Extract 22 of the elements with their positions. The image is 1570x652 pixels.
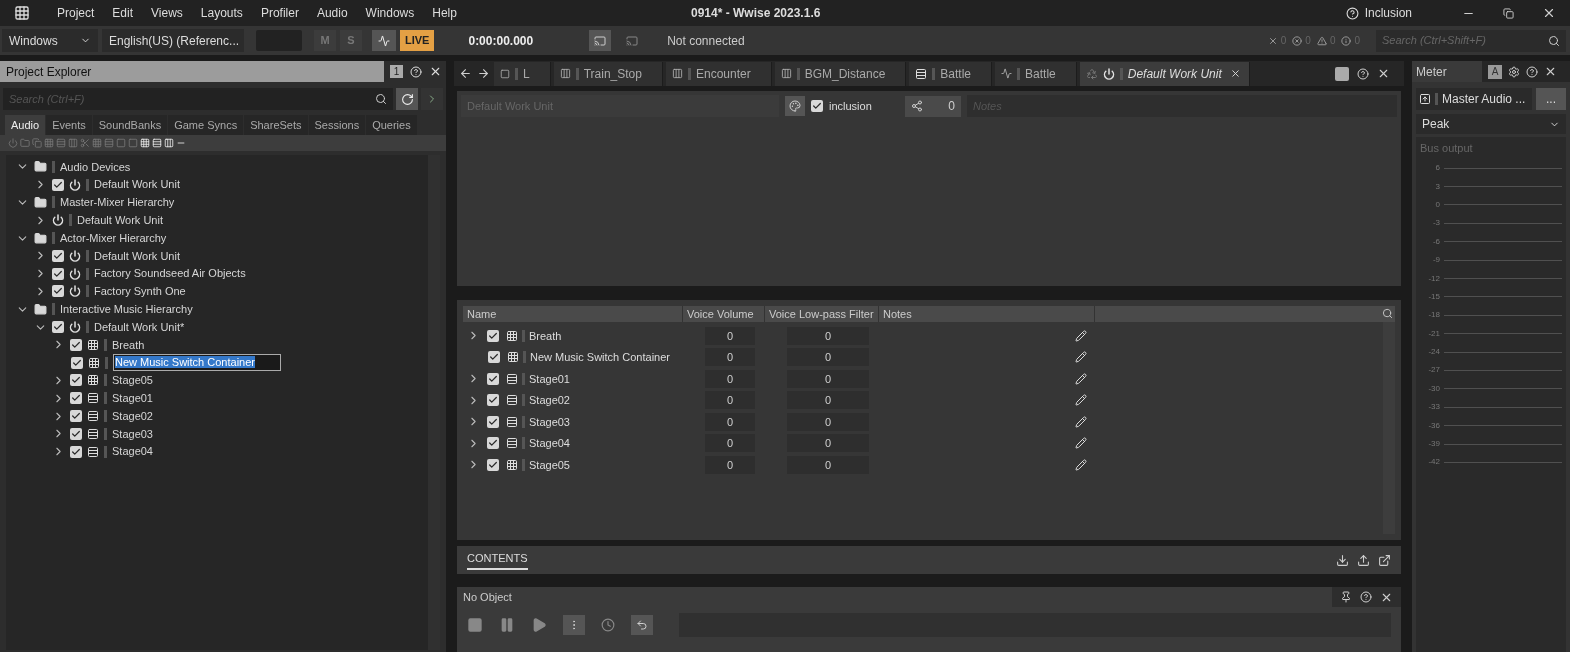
transport-title: No Object — [462, 589, 513, 605]
scale-label: -18 — [1427, 309, 1440, 322]
window-title: 0914* - Wwise 2023.1.6 — [690, 5, 821, 22]
scale-label: -33 — [1427, 401, 1440, 414]
scale-label: -30 — [1427, 382, 1440, 395]
scale-label: -15 — [1427, 290, 1440, 303]
meter-label: Bus output — [1420, 141, 1474, 156]
scale-label: -42 — [1427, 456, 1440, 469]
panel-title: Meter — [1412, 61, 1482, 82]
scale-label: -3 — [1431, 217, 1440, 230]
scale-label: -36 — [1427, 419, 1440, 432]
scale-label: -6 — [1431, 235, 1440, 248]
scale-label: 6 — [1434, 162, 1440, 175]
scale-label: 3 — [1434, 180, 1440, 193]
scale-label: -39 — [1427, 438, 1440, 451]
connection-status: Not connected — [667, 32, 745, 50]
scale-label: -24 — [1427, 346, 1440, 359]
panel-title: Project Explorer — [0, 61, 384, 82]
inclusion-label: inclusion — [829, 98, 873, 114]
scale-label: -21 — [1427, 327, 1440, 340]
scale-label: -12 — [1427, 272, 1440, 285]
time-display: 0:00:00.000 — [468, 32, 534, 50]
